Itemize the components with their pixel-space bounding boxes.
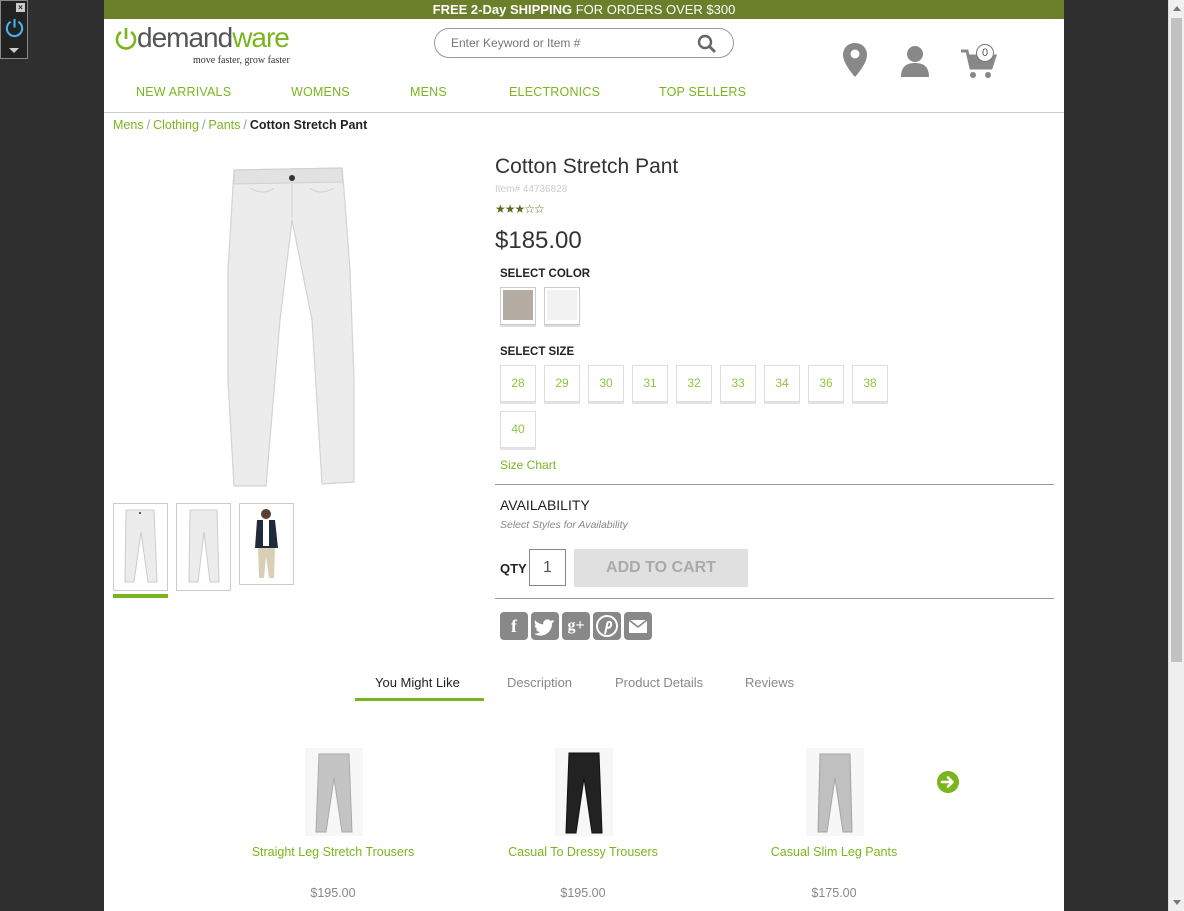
size-option[interactable]: 40 <box>500 411 536 448</box>
product-name: Cotton Stretch Pant <box>495 155 679 178</box>
page: FREE 2-Day SHIPPING FOR ORDERS OVER $300… <box>104 0 1064 911</box>
pinterest-glyph <box>596 615 618 637</box>
search-input[interactable] <box>451 34 691 52</box>
thumbnail-pants-back <box>188 509 220 583</box>
pinterest-icon[interactable] <box>593 612 621 640</box>
recommendation-price: $195.00 <box>310 886 356 900</box>
size-option[interactable]: 28 <box>500 365 536 402</box>
header: demandware move faster, grow faster 0 <box>104 19 1064 79</box>
breadcrumb-clothing[interactable]: Clothing <box>153 118 199 132</box>
logo-power-icon <box>115 28 137 50</box>
nav-new-arrivals[interactable]: NEW ARRIVALS <box>136 85 231 99</box>
search-box <box>434 28 734 58</box>
tab-you-might-like[interactable]: You Might Like <box>375 675 460 690</box>
recommendation-image[interactable] <box>305 748 363 836</box>
size-option[interactable]: 38 <box>852 365 888 402</box>
size-option[interactable]: 32 <box>676 365 712 402</box>
nav-womens[interactable]: WOMENS <box>291 85 350 99</box>
thumbnail-1[interactable] <box>113 503 168 591</box>
size-option[interactable]: 30 <box>588 365 624 402</box>
close-icon[interactable]: × <box>16 3 25 12</box>
recommendation-image[interactable] <box>806 748 864 836</box>
tab-reviews[interactable]: Reviews <box>745 675 794 690</box>
nav-electronics[interactable]: ELECTRONICS <box>509 85 600 99</box>
quantity-input[interactable] <box>529 549 566 586</box>
select-size-label: SELECT SIZE <box>500 346 575 358</box>
product-main-image[interactable] <box>220 160 360 490</box>
search-icon[interactable] <box>697 34 717 54</box>
envelope-glyph <box>628 619 648 633</box>
facebook-icon[interactable]: f <box>500 612 528 640</box>
breadcrumb-mens[interactable]: Mens <box>113 118 144 132</box>
swatch-fill <box>503 290 533 320</box>
active-tab-indicator <box>355 698 484 701</box>
breadcrumb-pants[interactable]: Pants <box>208 118 240 132</box>
extension-widget[interactable]: × <box>0 0 28 59</box>
size-chart-link[interactable]: Size Chart <box>500 458 556 472</box>
size-option[interactable]: 29 <box>544 365 580 402</box>
main-nav: NEW ARRIVALS WOMENS MENS ELECTRONICS TOP… <box>104 79 1064 113</box>
recommendation-price: $195.00 <box>560 886 606 900</box>
nav-mens[interactable]: MENS <box>410 85 447 99</box>
tab-product-details[interactable]: Product Details <box>615 675 703 690</box>
size-option[interactable]: 34 <box>764 365 800 402</box>
recommendation-name[interactable]: Straight Leg Stretch Trousers <box>213 845 453 859</box>
user-icon[interactable] <box>900 45 930 77</box>
divider <box>495 598 1054 599</box>
promo-bold: FREE 2-Day SHIPPING <box>432 2 573 17</box>
breadcrumb: Mens / Clothing / Pants / Cotton Stretch Pant <box>113 118 368 132</box>
qty-label: QTY <box>500 561 527 576</box>
size-option[interactable]: 31 <box>632 365 668 402</box>
logo-wordmark: demandware <box>137 22 290 53</box>
size-option[interactable]: 36 <box>808 365 844 402</box>
twitter-icon[interactable] <box>531 612 559 640</box>
availability-title: AVAILABILITY <box>500 497 590 513</box>
size-option[interactable]: 33 <box>720 365 756 402</box>
add-to-cart-button[interactable]: ADD TO CART <box>574 549 748 587</box>
color-swatch-taupe[interactable] <box>500 287 536 325</box>
tab-description[interactable]: Description <box>507 675 572 690</box>
promo-banner: FREE 2-Day SHIPPING FOR ORDERS OVER $300 <box>104 0 1064 19</box>
google-plus-icon[interactable]: g+ <box>562 612 590 640</box>
recommendation-price: $175.00 <box>811 886 857 900</box>
thumbnail-pants-front <box>124 509 158 583</box>
location-pin-icon[interactable] <box>843 43 867 77</box>
chevron-down-icon[interactable] <box>9 48 19 53</box>
scrollbar-thumb[interactable] <box>1171 18 1182 662</box>
recommendation-name[interactable]: Casual Slim Leg Pants <box>714 845 954 859</box>
divider <box>495 484 1054 485</box>
nav-top-sellers[interactable]: TOP SELLERS <box>659 85 746 99</box>
item-number: Item# 44736828 <box>495 184 568 195</box>
thumbnail-3[interactable] <box>239 503 294 585</box>
availability-subtitle: Select Styles for Availability <box>500 519 628 531</box>
recommendation-name[interactable]: Casual To Dressy Trousers <box>463 845 703 859</box>
recommendation-image[interactable] <box>555 748 613 836</box>
thumbnail-2[interactable] <box>176 503 231 591</box>
color-swatch-white[interactable] <box>544 287 580 325</box>
next-arrow-icon[interactable] <box>937 771 959 793</box>
logo-tagline: move faster, grow faster <box>193 55 290 66</box>
thumbnail-model <box>255 509 278 578</box>
product-price: $185.00 <box>495 227 582 254</box>
email-icon[interactable] <box>624 612 652 640</box>
thumbnail-selected-indicator <box>113 594 168 598</box>
breadcrumb-current: Cotton Stretch Pant <box>249 118 368 132</box>
cart-count-badge: 0 <box>976 44 994 62</box>
scroll-up-icon[interactable] <box>1173 6 1181 11</box>
swatch-fill <box>547 290 577 320</box>
promo-rest: FOR ORDERS OVER $300 <box>572 2 736 17</box>
power-icon[interactable] <box>4 17 25 38</box>
rating-stars[interactable]: ★★★☆☆ <box>495 202 545 216</box>
vertical-scrollbar[interactable] <box>1168 0 1184 911</box>
scroll-down-icon[interactable] <box>1173 900 1181 905</box>
twitter-bird-glyph <box>534 619 554 636</box>
select-color-label: SELECT COLOR <box>500 268 591 280</box>
logo[interactable]: demandware move faster, grow faster <box>113 22 313 74</box>
